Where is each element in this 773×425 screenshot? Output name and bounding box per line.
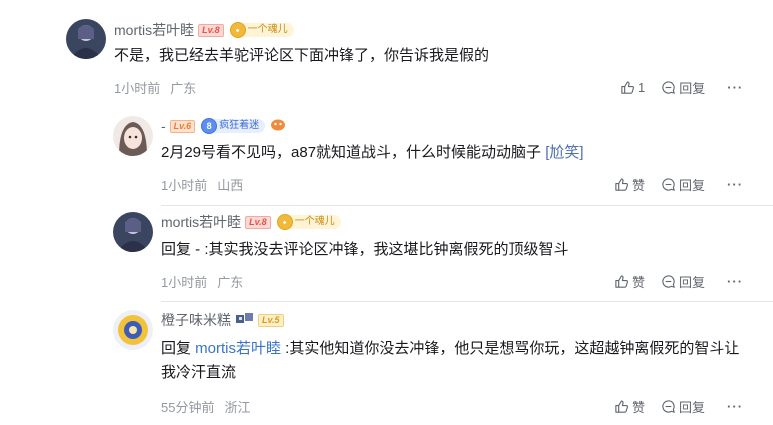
comment-text: 回复 mortis若叶睦 :其实他知道你没去冲锋，他只是想骂你玩，这超越钟离假死… [161, 337, 761, 385]
thumb-up-icon [615, 177, 629, 191]
comment-meta: 1小时前 山西 [161, 175, 243, 193]
reply-label: 回复 [679, 80, 706, 96]
reply-bubble-icon [662, 80, 676, 94]
avatar-image-icon [113, 212, 153, 252]
more-options-button[interactable]: ··· [727, 399, 743, 414]
comment-actions: 赞 回复 ··· [614, 175, 743, 193]
level-badge: Lv.8 [245, 215, 271, 229]
fan-badge-label: 一个魂儿 [284, 215, 341, 229]
thumb-up-icon [621, 80, 635, 94]
fan-medal-icon: ⬩ [276, 214, 293, 230]
location: 广东 [170, 80, 197, 96]
fan-badge[interactable]: ⬩ 一个魂儿 [276, 214, 341, 230]
avatar[interactable] [113, 116, 153, 156]
comment-actions: 1 回复 ··· [620, 78, 743, 96]
user-info: mortis若叶睦 Lv.8 ⬩ 一个魂儿 [114, 20, 294, 40]
comment-actions: 赞 回复 ··· [614, 397, 743, 415]
timestamp: 55分钟前 [161, 399, 215, 415]
like-label: 赞 [632, 177, 646, 193]
like-button[interactable]: 赞 [614, 397, 645, 416]
reply-bubble-icon [662, 399, 675, 413]
comment-text: 回复 - :其实我没去评论区冲锋，我这堪比钟离假死的顶级智斗 [161, 241, 569, 258]
comment-text-line1: :其实他知道你没去冲锋，他只是想骂你玩，这超越钟离假死的智斗让 [281, 340, 740, 357]
comment-meta: 1小时前 广东 [161, 272, 243, 290]
decoration-badge-icon [270, 117, 286, 136]
reply-label: 回复 [679, 399, 706, 415]
timestamp: 1小时前 [161, 177, 208, 193]
reply-label: 回复 [679, 177, 706, 193]
username[interactable]: mortis若叶睦 [114, 20, 194, 40]
avatar[interactable] [113, 212, 153, 252]
more-options-button[interactable]: ··· [727, 80, 743, 95]
comment-actions: 赞 回复 ··· [614, 272, 743, 290]
user-info: mortis若叶睦 Lv.8 ⬩ 一个魂儿 [161, 212, 341, 232]
location: 山西 [217, 177, 244, 193]
emote-text: [尬笑] [545, 144, 584, 161]
reply-button[interactable]: 回复 [661, 78, 705, 97]
reply-label: 回复 [679, 274, 706, 290]
like-button[interactable]: 1 [620, 80, 645, 95]
avatar-image-icon [113, 310, 153, 350]
fan-badge[interactable]: 8 疯狂着迷 [201, 118, 266, 134]
level-badge: Lv.8 [198, 23, 224, 37]
reply-prefix: 回复 [161, 340, 196, 357]
reply-bubble-icon [662, 274, 675, 288]
username[interactable]: 橙子味米糕 [161, 310, 231, 330]
fan-badge-label: 疯狂着迷 [209, 119, 266, 133]
more-options-button[interactable]: ··· [727, 177, 743, 192]
divider [161, 205, 773, 206]
username[interactable]: - [161, 118, 166, 134]
like-count: 1 [638, 79, 646, 95]
reply-button[interactable]: 回复 [661, 272, 705, 291]
timestamp: 1小时前 [114, 80, 161, 96]
level-badge: Lv.6 [169, 119, 196, 133]
mention-link[interactable]: mortis若叶睦 [195, 340, 281, 357]
fan-badge-label: 一个魂儿 [237, 23, 294, 37]
user-info: - Lv.6 8 疯狂着迷 [161, 116, 286, 136]
comment-meta: 1小时前 广东 [114, 78, 196, 96]
fan-medal-icon: ⬩ [229, 22, 246, 38]
thumb-up-icon [615, 274, 629, 288]
avatar-image-icon [66, 19, 106, 59]
like-button[interactable]: 赞 [614, 272, 645, 291]
username[interactable]: mortis若叶睦 [161, 212, 241, 232]
comment-text: 2月29号看不见吗，a87就知道战斗，什么时候能动动脑子 [尬笑] [161, 141, 584, 165]
comment-meta: 55分钟前 浙江 [161, 397, 250, 415]
more-options-button[interactable]: ··· [727, 274, 743, 289]
avatar-image-icon [113, 116, 153, 156]
divider [161, 301, 773, 302]
location: 广东 [217, 274, 244, 290]
like-label: 赞 [632, 399, 646, 415]
timestamp: 1小时前 [161, 274, 208, 290]
avatar[interactable] [66, 19, 106, 59]
comment-text-line2: 我冷汗直流 [161, 364, 237, 381]
comment-text: 不是，我已经去羊驼评论区下面冲锋了，你告诉我是假的 [114, 47, 490, 64]
reply-button[interactable]: 回复 [661, 175, 705, 194]
decoration-badge-icon [236, 311, 254, 329]
like-label: 赞 [632, 274, 646, 290]
avatar[interactable] [113, 310, 153, 350]
like-button[interactable]: 赞 [614, 175, 645, 194]
user-info: 橙子味米糕 Lv.5 [161, 310, 284, 330]
level-badge: Lv.5 [258, 313, 284, 327]
thumb-up-icon [615, 399, 629, 413]
location: 浙江 [224, 399, 251, 415]
reply-button[interactable]: 回复 [661, 397, 705, 416]
reply-bubble-icon [662, 177, 675, 191]
fan-badge[interactable]: ⬩ 一个魂儿 [229, 22, 294, 38]
comment-text-main: 2月29号看不见吗，a87就知道战斗，什么时候能动动脑子 [161, 144, 546, 161]
